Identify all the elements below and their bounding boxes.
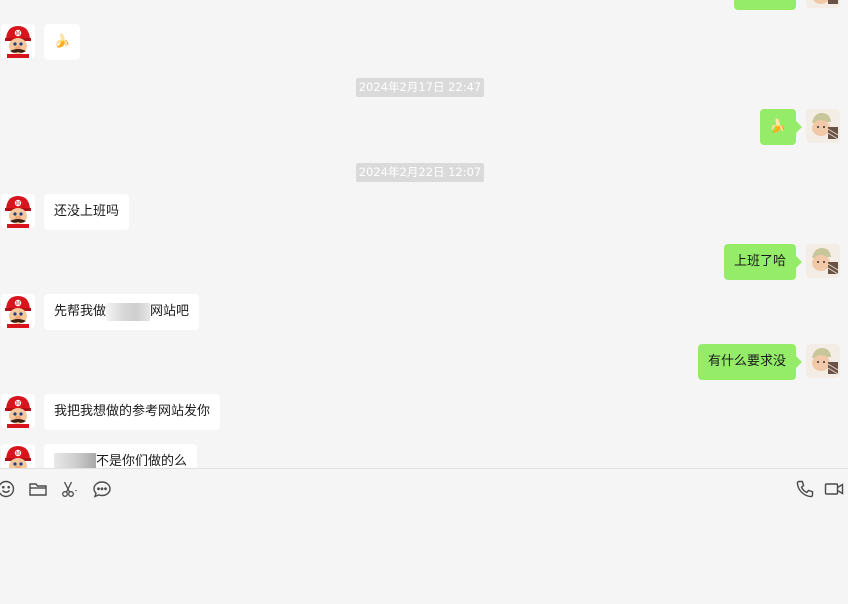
message-text: 不是你们做的么	[96, 454, 188, 468]
message-bubble-outgoing[interactable]: 有什么要求没	[697, 344, 803, 380]
chat-history-icon[interactable]	[92, 479, 112, 499]
message-bubble-incoming[interactable]: 我把我想做的参考网站发你	[44, 394, 221, 430]
message-bubble-outgoing[interactable]: 🍌	[759, 109, 803, 145]
message-bubble-outgoing[interactable]: 上班了哈	[723, 244, 803, 280]
timestamp: 2024年2月22日 12:07	[356, 163, 484, 182]
redacted-text	[54, 452, 96, 468]
message-text: 网站吧	[150, 304, 190, 319]
redacted-text	[106, 302, 151, 321]
my-avatar[interactable]	[806, 109, 840, 143]
contact-avatar[interactable]: M	[1, 24, 35, 58]
chat-history[interactable]: M 🍌 2024年2月17日 22:47 🍌 2024年2月22日 12:07 …	[0, 0, 848, 468]
my-avatar[interactable]	[806, 244, 840, 278]
toolbar-divider	[0, 468, 848, 469]
contact-avatar[interactable]: M	[1, 194, 35, 228]
message-bubble-incoming[interactable]: 🍌	[44, 24, 81, 60]
phone-icon[interactable]	[795, 479, 815, 499]
contact-avatar[interactable]: M	[1, 394, 35, 428]
video-call-icon[interactable]	[824, 479, 844, 499]
message-text: 先帮我做	[54, 304, 107, 319]
message-bubble-outgoing-partial[interactable]	[734, 0, 796, 10]
message-input[interactable]	[0, 510, 848, 604]
emoji-icon[interactable]	[0, 479, 16, 499]
message-bubble-incoming[interactable]: 不是你们做的么	[44, 444, 198, 468]
svg-text:M: M	[16, 401, 20, 407]
contact-avatar[interactable]: M	[1, 294, 35, 328]
timestamp: 2024年2月17日 22:47	[356, 78, 484, 97]
contact-avatar[interactable]: M	[1, 444, 35, 468]
svg-text:M: M	[16, 201, 20, 207]
scissors-icon[interactable]	[60, 479, 80, 499]
message-bubble-incoming[interactable]: 先帮我做 网站吧	[44, 294, 200, 330]
svg-text:M: M	[16, 451, 20, 457]
my-avatar[interactable]	[806, 0, 840, 8]
my-avatar[interactable]	[806, 344, 840, 378]
svg-text:M: M	[16, 31, 20, 37]
svg-text:M: M	[16, 301, 20, 307]
folder-icon[interactable]	[28, 479, 48, 499]
message-bubble-incoming[interactable]: 还没上班吗	[44, 194, 130, 230]
